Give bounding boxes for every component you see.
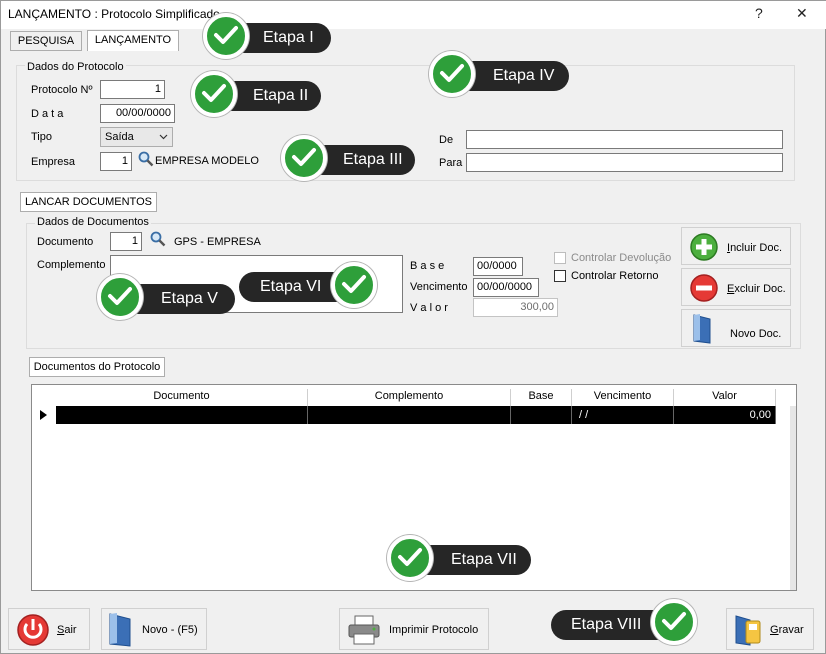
tab-pesquisa[interactable]: PESQUISA	[10, 31, 82, 51]
complemento-label: Complemento	[37, 259, 106, 271]
de-input[interactable]	[466, 130, 783, 149]
check-icon	[387, 535, 433, 581]
novo-doc-label: Novo Doc.	[730, 328, 782, 340]
documento-name: GPS - EMPRESA	[174, 236, 261, 248]
tipo-select[interactable]: Saída	[100, 127, 173, 147]
base-input[interactable]: 00/0000	[473, 257, 523, 276]
column-header-vencimento[interactable]: Vencimento	[572, 389, 674, 406]
column-header-valor[interactable]: Valor	[674, 389, 776, 406]
check-icon	[281, 135, 327, 181]
sair-label: air	[64, 624, 77, 636]
chevron-down-icon	[159, 134, 168, 140]
valor-input[interactable]: 300,00	[473, 298, 558, 317]
data-label: D a t a	[31, 108, 64, 120]
check-icon	[191, 71, 237, 117]
column-header-base[interactable]: Base	[511, 389, 572, 406]
close-button[interactable]: ✕	[796, 5, 808, 22]
cell-vencimento[interactable]: / /	[572, 406, 674, 424]
protocolo-label: Protocolo Nº	[31, 84, 93, 96]
protocolo-input[interactable]: 1	[100, 80, 165, 99]
gravar-button[interactable]: Gravar	[726, 608, 814, 650]
gravar-underline: G	[770, 624, 779, 636]
window: LANÇAMENTO : Protocolo Simplificado ? ✕ …	[0, 0, 826, 654]
incluir-doc-button[interactable]: Incluir Doc.	[681, 227, 791, 265]
tab-documentos-protocolo[interactable]: Documentos do Protocolo	[29, 357, 165, 377]
help-button[interactable]: ?	[755, 5, 763, 21]
incluir-doc-label: ncluir Doc.	[730, 242, 783, 254]
table-row[interactable]	[56, 406, 308, 424]
window-title: LANÇAMENTO : Protocolo Simplificado	[8, 7, 220, 21]
cell-base[interactable]	[511, 406, 572, 424]
empresa-input[interactable]: 1	[100, 152, 132, 171]
vencimento-input[interactable]: 00/00/0000	[473, 278, 539, 297]
check-icon	[429, 51, 475, 97]
excluir-doc-button[interactable]: Excluir Doc.	[681, 268, 791, 306]
door-icon	[109, 613, 131, 647]
title-bar: LANÇAMENTO : Protocolo Simplificado ? ✕	[1, 1, 826, 29]
check-icon	[651, 599, 697, 645]
door-icon	[693, 314, 711, 344]
sair-button[interactable]: Sair	[8, 608, 90, 650]
excluir-doc-label: xcluir Doc.	[734, 283, 786, 295]
imprimir-protocolo-button[interactable]: Imprimir Protocolo	[339, 608, 489, 650]
novo-doc-button[interactable]: Novo Doc.	[681, 309, 791, 347]
valor-label: V a l o r	[410, 302, 448, 314]
data-input[interactable]: 00/00/0000	[100, 104, 175, 123]
novo-label: Novo - (F5)	[142, 624, 198, 636]
gravar-label: ravar	[778, 624, 804, 636]
documento-label: Documento	[37, 236, 94, 248]
printer-icon	[348, 615, 380, 645]
vencimento-label: Vencimento	[410, 281, 468, 293]
tab-lancamento[interactable]: LANÇAMENTO	[87, 30, 179, 51]
controlar-retorno-label: Controlar Retorno	[571, 270, 659, 282]
controlar-devolucao-label: Controlar Devolução	[571, 252, 672, 264]
protocolo-group-title: Dados do Protocolo	[25, 61, 126, 73]
column-header-extra	[776, 389, 796, 406]
column-header-documento[interactable]: Documento	[56, 389, 308, 406]
check-icon	[331, 262, 377, 308]
row-indicator-icon	[40, 410, 47, 420]
novo-button[interactable]: Novo - (F5)	[101, 608, 207, 650]
base-label: B a s e	[410, 260, 445, 272]
controlar-retorno-checkbox[interactable]	[554, 270, 566, 282]
cell-valor[interactable]: 0,00	[674, 406, 776, 424]
controlar-devolucao-checkbox[interactable]	[554, 252, 566, 264]
search-icon[interactable]	[138, 151, 154, 167]
documento-input[interactable]: 1	[110, 232, 142, 251]
plus-icon	[690, 233, 718, 261]
grid-scrollbar[interactable]	[790, 406, 796, 590]
tipo-value: Saída	[105, 131, 134, 143]
imprimir-protocolo-label: Imprimir Protocolo	[389, 624, 479, 636]
empresa-label: Empresa	[31, 156, 76, 168]
empresa-name: EMPRESA MODELO	[155, 155, 259, 167]
cell-complemento[interactable]	[308, 406, 511, 424]
power-icon	[17, 614, 49, 646]
column-header-complemento[interactable]: Complemento	[308, 389, 511, 406]
para-input[interactable]	[466, 153, 783, 172]
para-label: Para	[439, 157, 463, 169]
save-icon	[735, 615, 761, 646]
minus-icon	[690, 274, 718, 302]
tipo-label: Tipo	[31, 131, 52, 143]
de-label: De	[439, 134, 454, 146]
documentos-group-title: Dados de Documentos	[35, 216, 151, 228]
check-icon	[97, 274, 143, 320]
check-icon	[203, 13, 249, 59]
search-icon[interactable]	[150, 231, 166, 247]
tab-lancar-documentos[interactable]: LANCAR DOCUMENTOS	[20, 192, 157, 212]
